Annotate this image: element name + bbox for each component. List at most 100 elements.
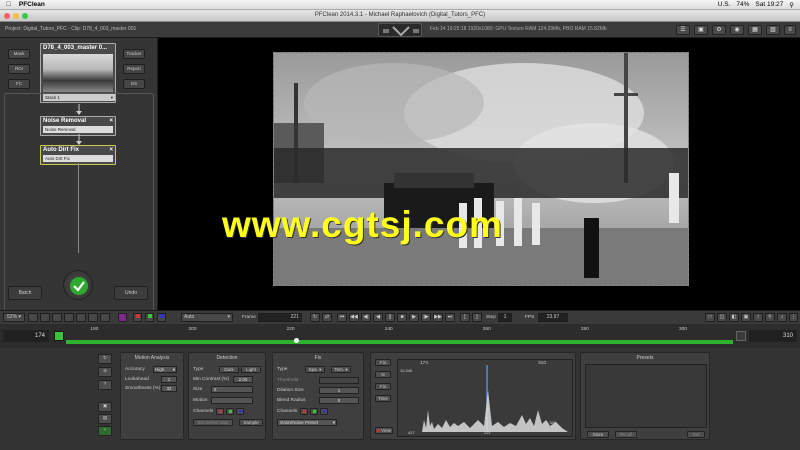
sample-button[interactable]: Sample (239, 419, 263, 426)
split-icon[interactable]: ◧ (729, 313, 739, 322)
blue-channel-button[interactable] (157, 313, 166, 322)
channel-button[interactable] (100, 313, 110, 322)
app-menu[interactable]: PFClean (19, 1, 45, 8)
blue-channel-toggle[interactable] (236, 408, 244, 415)
smoothness-input[interactable]: 32 (161, 385, 177, 392)
time-view-button[interactable]: Time (375, 395, 391, 402)
stop-icon[interactable]: ■ (397, 313, 407, 322)
video-frame[interactable] (273, 52, 689, 286)
overlay-icon[interactable]: ▣ (741, 313, 751, 322)
loop-icon[interactable]: ↻ (310, 313, 320, 322)
range-end-marker[interactable] (736, 331, 746, 341)
threshold-input[interactable] (319, 377, 359, 384)
mode-select[interactable]: Auto ▾ (181, 313, 233, 322)
mask-button[interactable]: Mask (8, 49, 30, 59)
fix-view-button[interactable]: Fix (375, 359, 391, 366)
green-channel-toggle[interactable] (226, 408, 234, 415)
fc-button[interactable]: FC (8, 79, 30, 89)
ds-button[interactable]: DS (123, 79, 145, 89)
type-dark-button[interactable]: Dark (219, 366, 239, 373)
next-frame-icon[interactable]: |▶ (421, 313, 431, 322)
type-temporal-select[interactable]: Tem. ▾ (331, 366, 351, 373)
node-auto-dirt-fix[interactable]: Auto Dirt Fix × Auto Dirt Fix (40, 145, 116, 165)
layers-icon[interactable]: ▦ (748, 25, 762, 35)
battery-indicator[interactable]: 74% (736, 1, 749, 8)
set-defect-map-button[interactable]: Set Defect Map (193, 419, 233, 426)
n-view-button[interactable]: N (375, 371, 391, 378)
preset-select[interactable]: Grain/Noise Preset ▾ (277, 419, 337, 426)
dilation-input[interactable]: 1 (319, 387, 359, 394)
roi-button[interactable]: ROI (8, 64, 30, 74)
channel-button[interactable] (28, 313, 38, 322)
more-icon[interactable]: ⋮ (789, 313, 798, 322)
tracker-button[interactable]: Tracker (123, 49, 145, 59)
bounce-icon[interactable]: ⇄ (322, 313, 332, 322)
view-button[interactable]: View (375, 427, 393, 434)
render-button[interactable] (63, 270, 93, 300)
skip-start-icon[interactable]: ⏮ (337, 313, 347, 322)
disable-icon[interactable]: ⊘ (98, 367, 112, 377)
node-preset[interactable]: Auto Dirt Fix (43, 155, 113, 162)
batch-button[interactable]: Batch (8, 286, 42, 300)
skip-end-icon[interactable]: ⏭ (445, 313, 455, 322)
pause-icon[interactable]: || (385, 313, 395, 322)
help-icon[interactable]: ? (98, 380, 112, 390)
grid-icon[interactable]: ▧ (766, 25, 780, 35)
refresh-icon[interactable]: ↻ (98, 354, 112, 364)
green-channel-button[interactable] (145, 313, 154, 322)
red-channel-button[interactable] (133, 313, 142, 322)
gear-icon[interactable]: ⚙ (712, 25, 726, 35)
defect-graph[interactable]: 174 310 10,346 427 221 2,388 (397, 359, 573, 437)
monitor-button[interactable]: ▣ (694, 25, 708, 35)
compare-icon[interactable]: ◫ (717, 313, 727, 322)
fit-icon[interactable]: □ (705, 313, 715, 322)
channel-button[interactable] (52, 313, 62, 322)
channel-button[interactable] (64, 313, 74, 322)
fps-input[interactable]: 23.97 (538, 313, 568, 322)
region-indicator[interactable]: U.S. (718, 1, 731, 8)
list-view-button[interactable]: ☰ (676, 25, 690, 35)
undo-button[interactable]: Undo (114, 286, 148, 300)
camera-icon[interactable]: ◉ (730, 25, 744, 35)
report-button[interactable]: Report (123, 64, 145, 74)
zoom-select[interactable]: 52% ▾ (3, 313, 25, 322)
node-noise-removal[interactable]: Noise Removal × Noise Removal (40, 116, 116, 136)
step-input[interactable]: 1 (498, 313, 512, 322)
lookahead-input[interactable]: 1 (161, 376, 177, 383)
out-point-icon[interactable]: ] (472, 313, 482, 322)
close-icon[interactable]: × (109, 117, 113, 126)
presets-list[interactable] (585, 364, 707, 428)
min-contrast-input[interactable]: 2.00 (233, 376, 253, 383)
menu-icon[interactable]: ≡ (784, 25, 796, 35)
motion-input[interactable] (211, 397, 253, 404)
range-start-field[interactable]: 174 (3, 330, 49, 342)
play-reverse-icon[interactable]: ◀ (373, 313, 383, 322)
channel-button[interactable] (76, 313, 86, 322)
blue-channel-toggle[interactable] (320, 408, 328, 415)
range-end-field[interactable]: 310 (749, 330, 797, 342)
playhead[interactable] (294, 338, 299, 343)
frame-input[interactable]: 221 (258, 313, 302, 322)
blend-input[interactable]: 0 (319, 397, 359, 404)
lock-icon[interactable]: ⚲ (765, 313, 775, 322)
size-input[interactable]: 2 (211, 386, 253, 393)
store-button[interactable]: Store (587, 431, 609, 438)
info-icon[interactable]: i (753, 313, 763, 322)
view-mode-icon[interactable]: ▣ (98, 402, 112, 412)
accuracy-select[interactable]: High ▾ (153, 366, 177, 373)
mute-icon[interactable]: ♪ (777, 313, 787, 322)
layout-icon[interactable]: ▤ (98, 414, 112, 424)
timeline-track[interactable]: 180 200 220 240 260 280 300 (66, 326, 733, 346)
step-forward-icon[interactable]: ▶▶ (433, 313, 443, 322)
search-icon[interactable]: ⚲ (789, 1, 794, 9)
clock[interactable]: Sat 19:27 (755, 1, 783, 8)
red-channel-toggle[interactable] (300, 408, 308, 415)
play-icon[interactable]: ▶ (409, 313, 419, 322)
in-point-icon[interactable]: [ (460, 313, 470, 322)
apply-icon[interactable]: + (98, 426, 112, 436)
type-light-button[interactable]: Light (241, 366, 261, 373)
delete-button[interactable]: Del (687, 431, 705, 438)
recall-button[interactable]: Recall (615, 431, 637, 438)
green-channel-toggle[interactable] (310, 408, 318, 415)
alpha-channel-button[interactable] (118, 313, 127, 322)
